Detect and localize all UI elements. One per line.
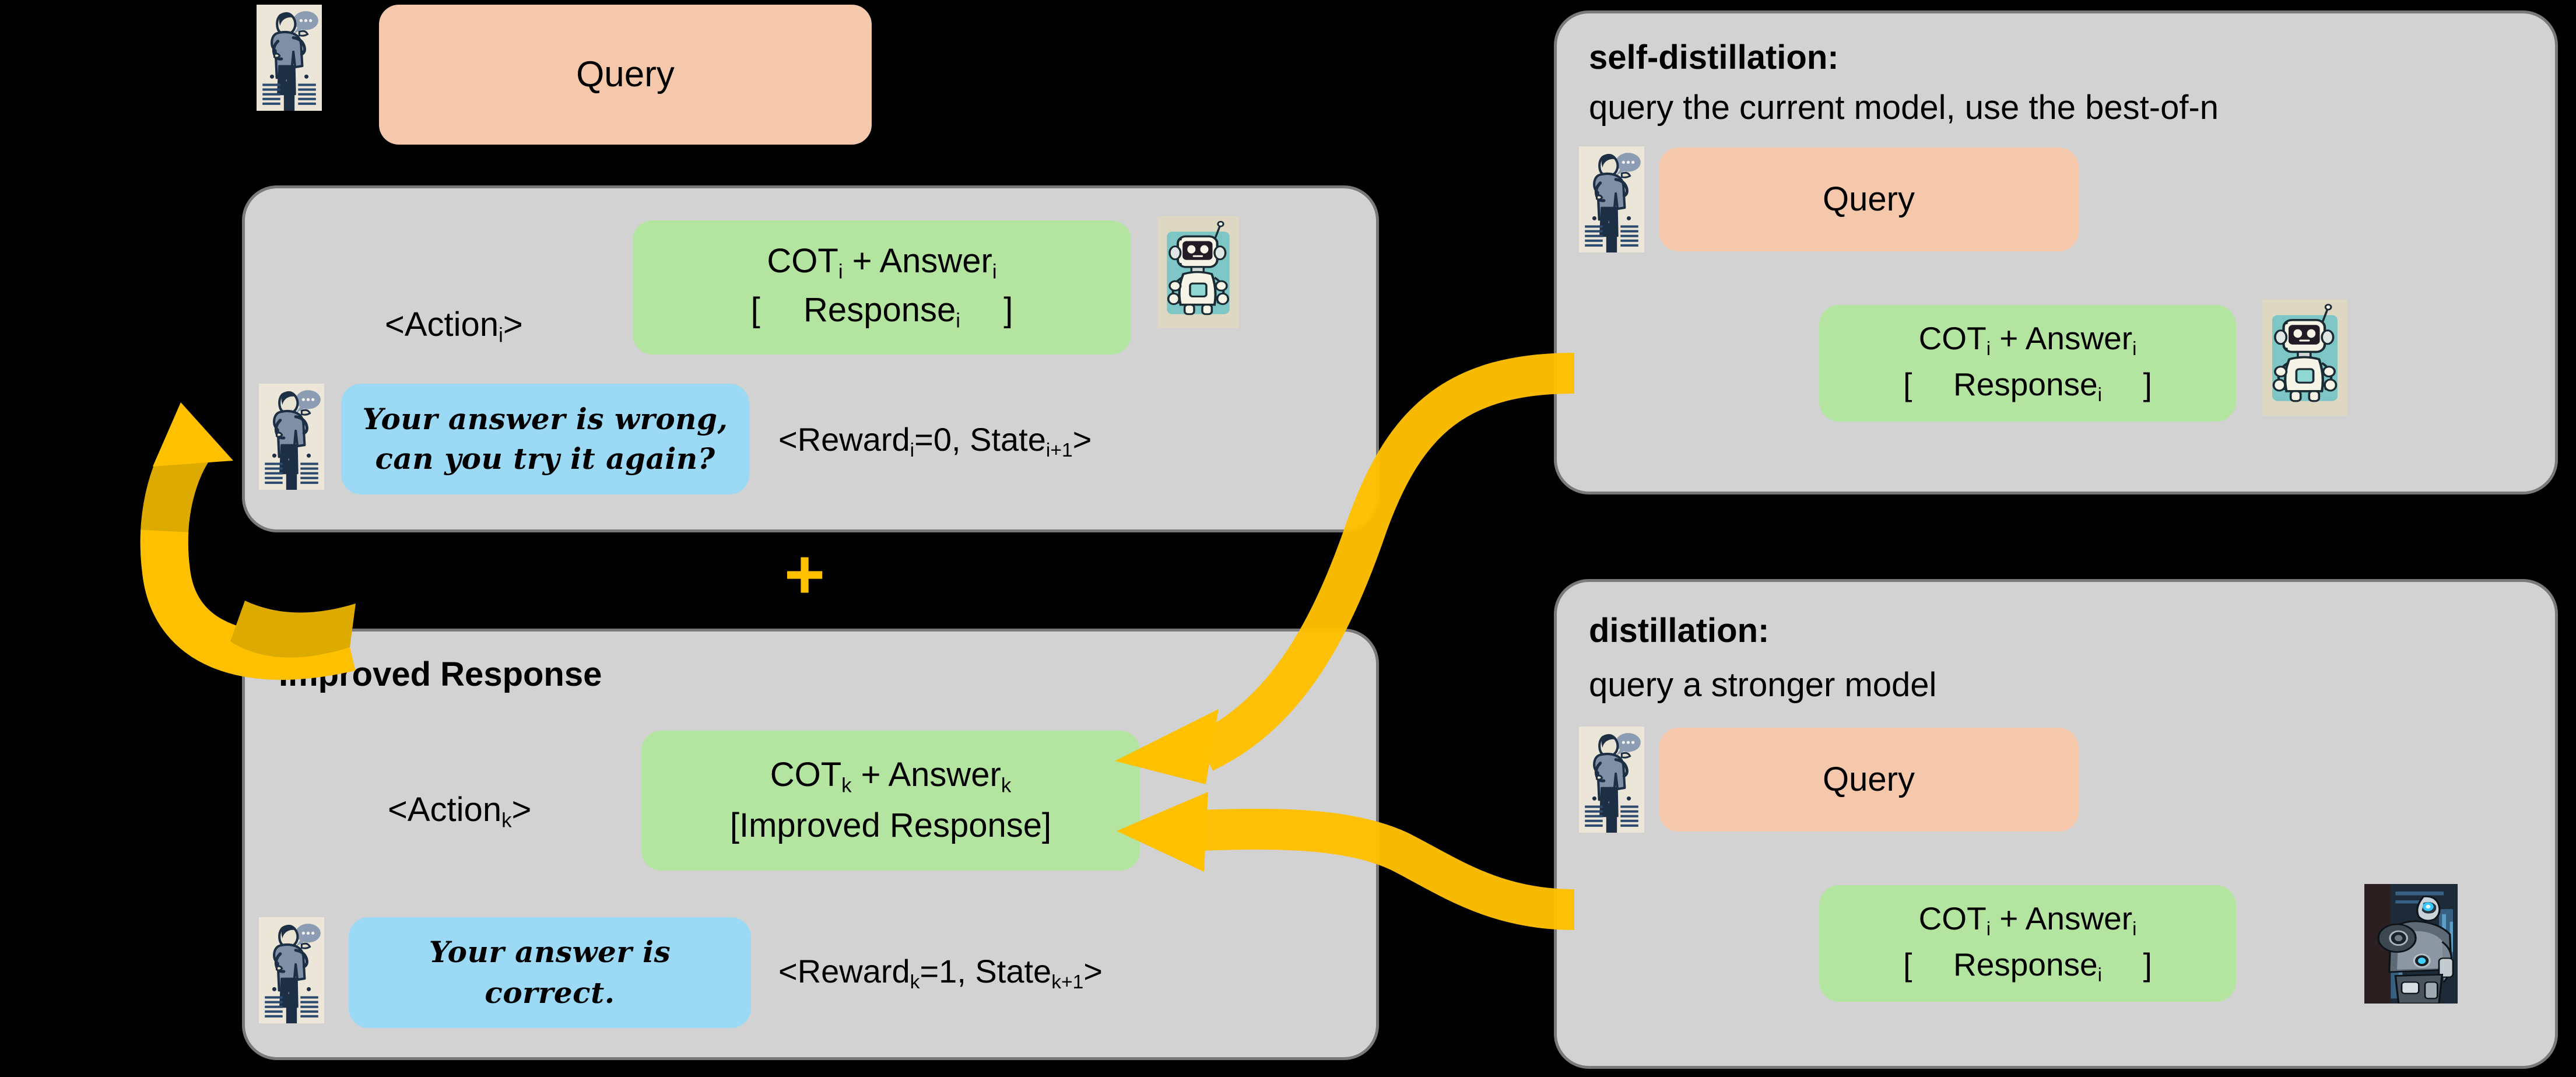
feedback-wrong-line2: can you try it again? <box>375 441 715 476</box>
friendly-robot-icon <box>2262 299 2347 416</box>
person-speaking-icon <box>1579 146 1644 252</box>
distillation-title: distillation: <box>1589 612 1770 650</box>
action-k-label: <Actionk> <box>388 791 532 832</box>
person-speaking-icon <box>259 917 324 1023</box>
self-distillation-subtitle: query the current model, use the best-of… <box>1589 89 2219 127</box>
response-i-line1: COTi + Answeri <box>767 241 997 283</box>
diagram-canvas: Query <Actioni> COTi + Answeri [ Respons… <box>0 0 2576 1077</box>
feedback-wrong-box: Your answer is wrong, can you try it aga… <box>341 384 749 494</box>
distillation-response-line1: COTi + Answeri <box>1918 900 2137 940</box>
distillation-query-box: Query <box>1659 728 2079 832</box>
feedback-wrong-line1: Your answer is wrong, <box>362 402 728 436</box>
self-distillation-response-box: COTi + Answeri [ Responsei ] <box>1819 305 2236 422</box>
distillation-response-line2: [ Responsei ] <box>1903 946 2152 985</box>
rollout-panel: <Actioni> COTi + Answeri [ Responsei ] Y… <box>242 185 1379 532</box>
distillation-query-label: Query <box>1823 760 1915 798</box>
response-i-box: COTi + Answeri [ Responsei ] <box>633 220 1131 355</box>
person-speaking-icon <box>259 384 324 490</box>
plus-symbol: + <box>784 535 826 613</box>
person-speaking-icon <box>257 5 322 111</box>
improved-response-line1: COTk + Answerk <box>770 756 1012 797</box>
self-distillation-query-label: Query <box>1823 180 1915 218</box>
feedback-correct-box: Your answer is correct. <box>349 917 751 1028</box>
self-distillation-response-line1: COTi + Answeri <box>1918 320 2137 360</box>
distillation-panel: distillation: query a stronger model Que… <box>1554 579 2558 1069</box>
friendly-robot-icon <box>1157 216 1239 328</box>
improved-response-line2: [Improved Response] <box>729 806 1052 844</box>
action-i-label: <Actioni> <box>385 306 523 347</box>
distillation-response-box: COTi + Answeri [ Responsei ] <box>1819 885 2236 1002</box>
feedback-correct-line2: correct. <box>485 976 615 1010</box>
self-distillation-title: self-distillation: <box>1589 38 1839 76</box>
response-i-line2: [ Responsei ] <box>750 291 1013 332</box>
top-query-box: Query <box>379 5 872 145</box>
self-distillation-response-line2: [ Responsei ] <box>1903 366 2152 405</box>
person-speaking-icon <box>1579 727 1644 833</box>
feedback-correct-line1: Your answer is <box>429 935 671 969</box>
improved-response-title: Improved Response <box>279 655 602 693</box>
self-distillation-query-box: Query <box>1659 148 2079 251</box>
reward-k-state-label: <Rewardk=1, Statek+1> <box>778 953 1103 994</box>
improved-response-panel: Improved Response <Actionk> COTk + Answe… <box>242 629 1379 1060</box>
reward-i-state-label: <Rewardi=0, Statei+1> <box>778 421 1092 462</box>
self-distillation-panel: self-distillation: query the current mod… <box>1554 10 2558 494</box>
improved-response-box: COTk + Answerk [Improved Response] <box>641 731 1140 871</box>
strong-mech-robot-icon <box>2364 884 2458 1004</box>
distillation-subtitle: query a stronger model <box>1589 666 1937 704</box>
top-query-label: Query <box>576 54 675 95</box>
